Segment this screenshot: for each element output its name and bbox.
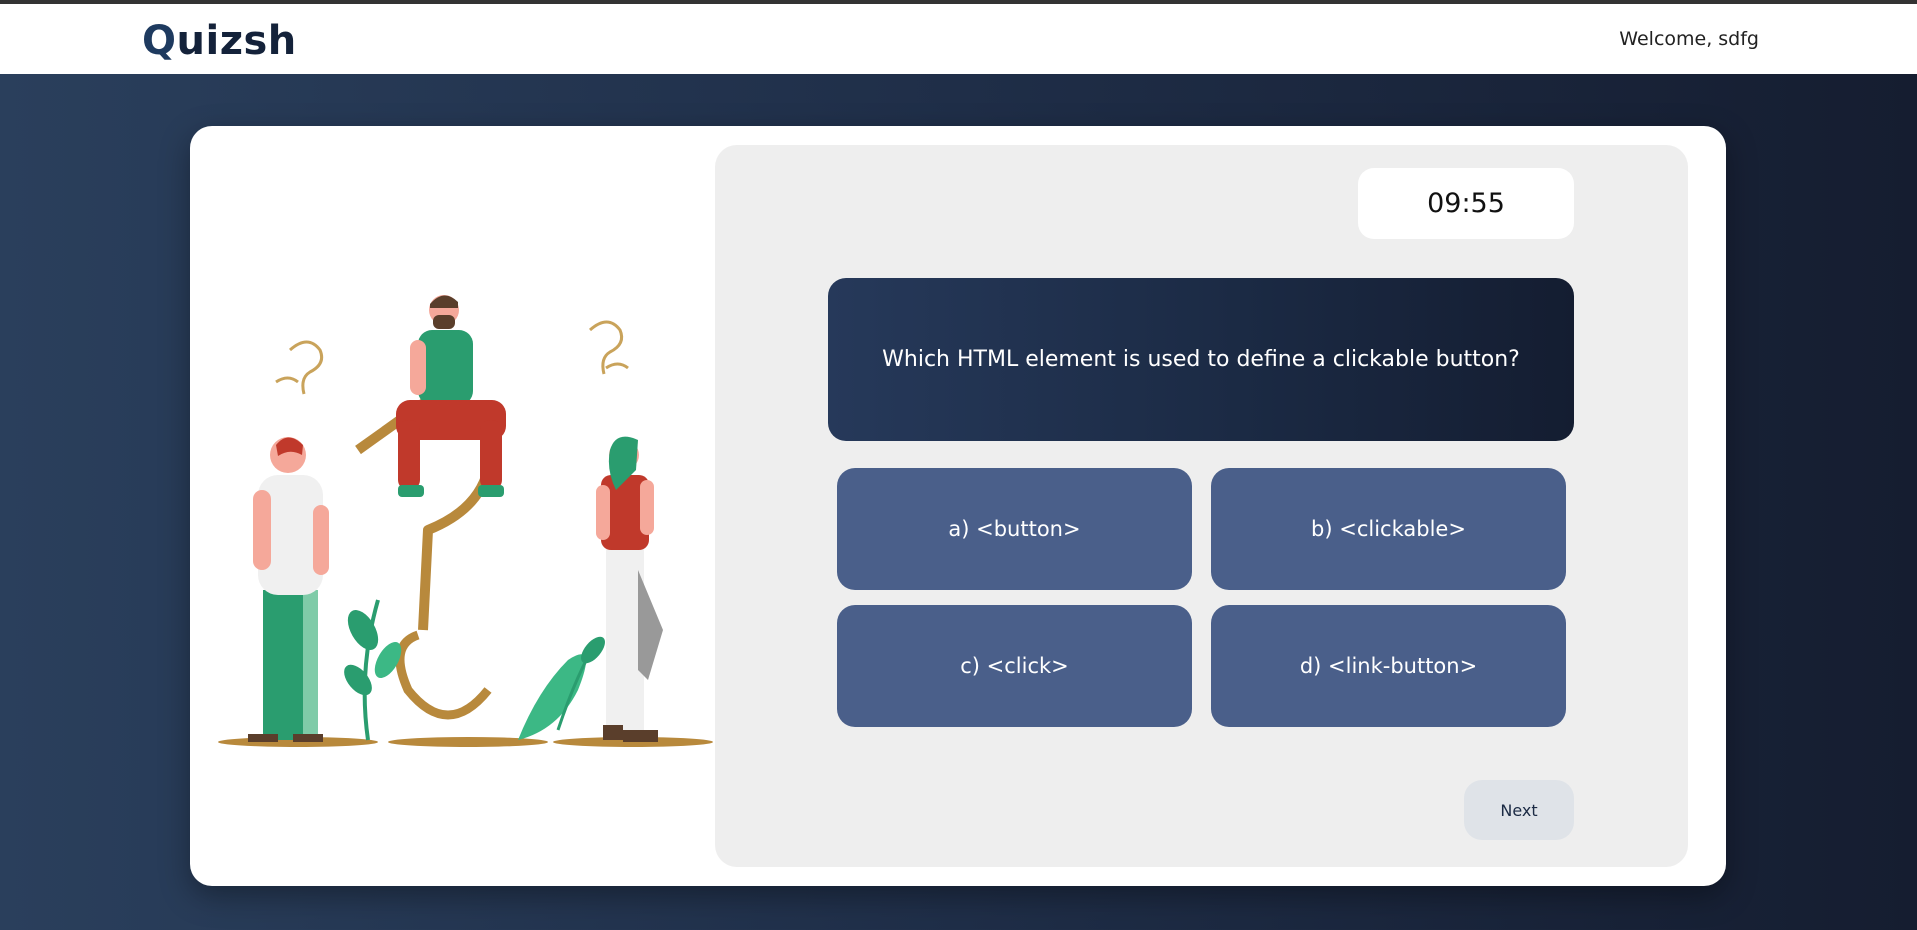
option-d-button[interactable]: d) <link-button> xyxy=(1211,605,1566,727)
question-text: Which HTML element is used to define a c… xyxy=(882,347,1520,372)
navbar: Quizsh Welcome, sdfg xyxy=(0,4,1917,74)
next-button[interactable]: Next xyxy=(1464,780,1574,840)
app-logo[interactable]: Quizsh xyxy=(142,18,297,64)
welcome-message: Welcome, sdfg xyxy=(1619,28,1759,50)
countdown-timer: 09:55 xyxy=(1358,168,1574,239)
thinking-people-illustration xyxy=(218,295,713,747)
logo-text: uizsh xyxy=(176,18,297,64)
option-b-button[interactable]: b) <clickable> xyxy=(1211,468,1566,590)
option-c-button[interactable]: c) <click> xyxy=(837,605,1192,727)
question-box: Which HTML element is used to define a c… xyxy=(828,278,1574,441)
logo-letter-q: Q xyxy=(142,18,177,64)
option-a-button[interactable]: a) <button> xyxy=(837,468,1192,590)
